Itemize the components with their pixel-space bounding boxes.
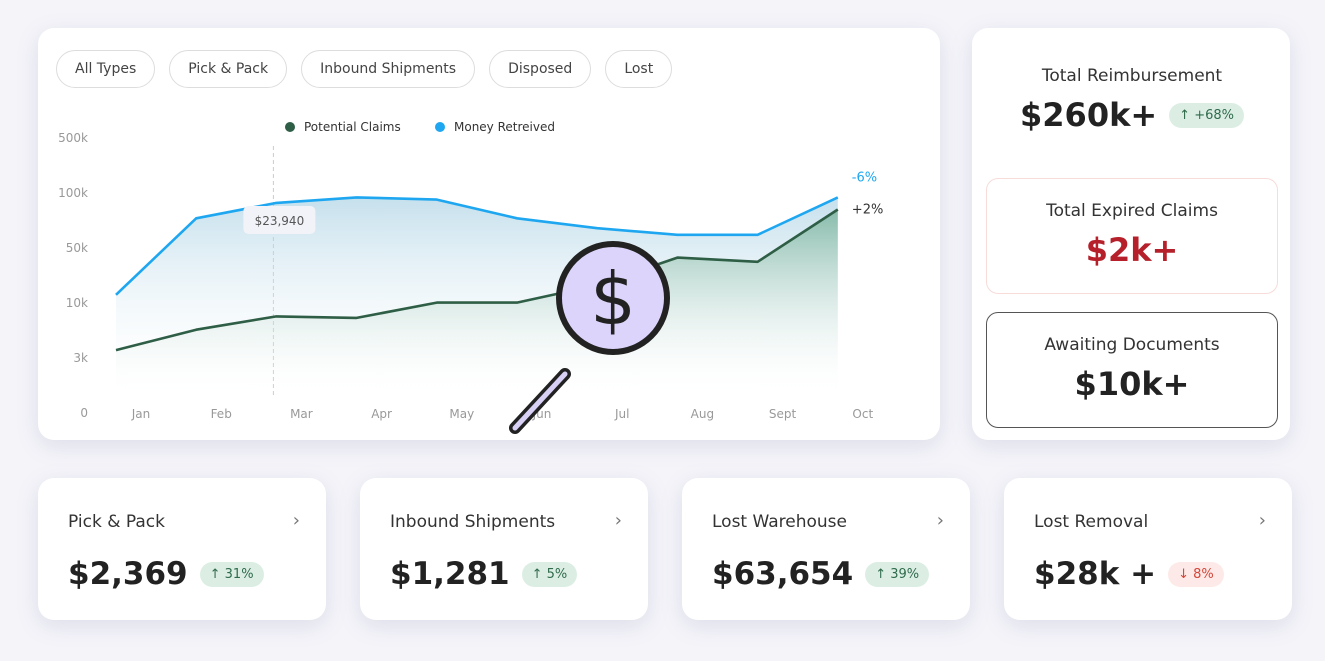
y-tick-label: 3k <box>73 351 88 365</box>
kpi-value: $63,654 <box>712 556 854 592</box>
legend-label: Money Retreived <box>454 120 555 134</box>
x-tick-label: Feb <box>211 407 232 421</box>
legend-dot <box>435 122 445 132</box>
legend-label: Potential Claims <box>304 120 401 134</box>
filter-disposed[interactable]: Disposed <box>489 50 592 88</box>
x-tick-label: Aug <box>691 407 714 421</box>
kpi-pick-pack[interactable]: Pick & Pack › $2,369 ↑ 31% <box>38 478 326 620</box>
kpi-title: Pick & Pack <box>68 512 165 532</box>
x-tick-label: Apr <box>371 407 392 421</box>
series-change-label: -6% <box>852 170 877 185</box>
y-tick-label: 10k <box>66 296 88 310</box>
kpi-title: Inbound Shipments <box>390 512 556 532</box>
total-reimbursement: Total Reimbursement $260k+ ↑ +68% <box>986 44 1278 162</box>
chevron-right-icon[interactable]: › <box>937 510 944 531</box>
kpi-title: Lost Removal <box>1034 512 1149 532</box>
kpi-value: $1,281 <box>390 556 510 592</box>
change-badge: ↑ 31% <box>199 561 264 587</box>
kpi-title: Lost Warehouse <box>712 512 847 532</box>
filter-pick-pack[interactable]: Pick & Pack <box>169 50 288 88</box>
y-tick-label: 0 <box>80 406 88 420</box>
chevron-right-icon[interactable]: › <box>615 510 622 531</box>
type-filters: All Types Pick & Pack Inbound Shipments … <box>56 50 673 88</box>
awaiting-documents: Awaiting Documents $10k+ <box>986 312 1278 428</box>
line-chart: 03k10k50k100k500kJan Feb Mar Apr May Jun Jul Au… <box>58 120 884 434</box>
stat-title: Awaiting Documents <box>1044 335 1220 355</box>
stat-title: Total Reimbursement <box>1041 66 1223 86</box>
svg-text:$: $ <box>590 257 636 341</box>
stat-title: Total Expired Claims <box>1046 201 1218 221</box>
x-tick-label: Sept <box>769 407 797 421</box>
filter-all-types[interactable]: All Types <box>56 50 156 88</box>
change-badge: ↑ 5% <box>521 561 578 587</box>
kpi-value: $28k + <box>1034 556 1157 592</box>
x-tick-label: Jul <box>614 407 629 421</box>
kpi-value: $2,369 <box>68 556 188 592</box>
kpi-lost-removal[interactable]: Lost Removal › $28k + ↓ 8% <box>1004 478 1292 620</box>
x-tick-label: May <box>449 407 474 421</box>
chevron-right-icon[interactable]: › <box>293 510 300 531</box>
stat-value: $10k+ <box>1074 365 1190 403</box>
series-change-label: +2% <box>852 203 884 218</box>
kpi-inbound-shipments[interactable]: Inbound Shipments › $1,281 ↑ 5% <box>360 478 648 620</box>
total-expired-claims: Total Expired Claims $2k+ <box>986 178 1278 294</box>
x-tick-label: Jan <box>131 407 151 421</box>
y-tick-label: 50k <box>66 241 88 255</box>
filter-lost[interactable]: Lost <box>605 50 673 88</box>
stat-value: $260k+ <box>1020 96 1158 134</box>
summary-card: Total Reimbursement $260k+ ↑ +68% Total E… <box>972 28 1290 440</box>
legend-dot <box>285 122 295 132</box>
chevron-right-icon[interactable]: › <box>1259 510 1266 531</box>
y-tick-label: 500k <box>58 131 88 145</box>
claims-chart-card: 0 3k 10k 50k 100k 500k Jan Feb Mar Apr May Jun Jul Au… <box>38 28 940 440</box>
change-badge: ↑ +68% <box>1169 102 1244 128</box>
change-badge: ↑ 39% <box>865 561 930 587</box>
y-tick-label: 100k <box>58 186 88 200</box>
change-badge: ↓ 8% <box>1168 561 1224 587</box>
tooltip-value: $23,940 <box>255 214 305 228</box>
kpi-lost-warehouse[interactable]: Lost Warehouse › $63,654 ↑ 39% <box>682 478 970 620</box>
x-tick-label: Oct <box>852 407 873 421</box>
filter-inbound-shipments[interactable]: Inbound Shipments <box>301 50 476 88</box>
x-tick-label: Mar <box>290 407 313 421</box>
stat-value: $2k+ <box>1085 231 1179 269</box>
